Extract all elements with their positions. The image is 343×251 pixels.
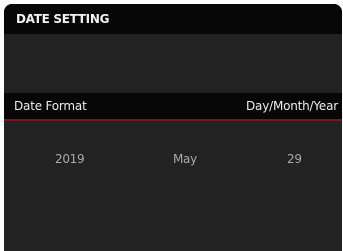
camera-menu-screen: DATE SETTING Date Format Day/Month/Year …: [4, 4, 342, 251]
year-value[interactable]: 2019: [55, 152, 85, 166]
date-format-value: Day/Month/Year: [246, 99, 338, 113]
date-format-row[interactable]: Date Format Day/Month/Year: [4, 93, 342, 119]
date-format-label: Date Format: [14, 99, 87, 113]
title-bar: DATE SETTING: [4, 4, 342, 34]
selected-row-underline: [4, 119, 342, 121]
page-title: DATE SETTING: [16, 12, 110, 26]
day-value[interactable]: 29: [287, 152, 302, 166]
month-value[interactable]: May: [173, 152, 197, 166]
